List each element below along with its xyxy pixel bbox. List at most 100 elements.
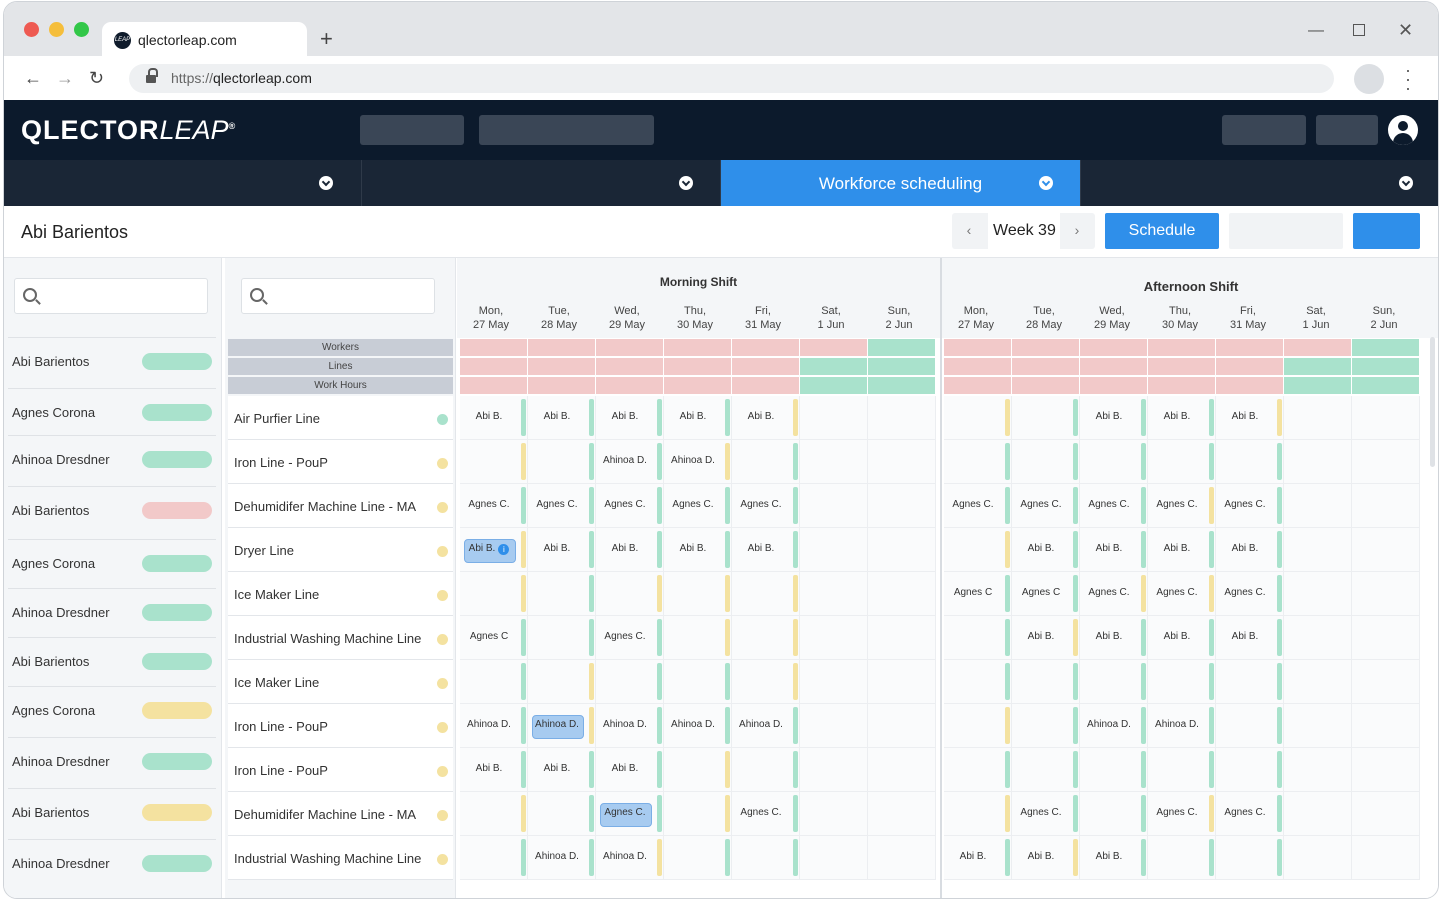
schedule-cell[interactable] — [944, 528, 1012, 572]
schedule-cell[interactable] — [800, 616, 868, 660]
line-row[interactable]: Dryer Line — [228, 528, 453, 572]
schedule-cell[interactable] — [1080, 660, 1148, 704]
schedule-cell[interactable]: Agnes C. — [1216, 792, 1284, 836]
schedule-cell[interactable] — [1012, 396, 1080, 440]
schedule-cell[interactable] — [1352, 836, 1420, 880]
user-icon[interactable] — [1388, 115, 1418, 145]
schedule-cell[interactable] — [800, 836, 868, 880]
schedule-cell[interactable] — [868, 484, 936, 528]
schedule-cell[interactable] — [944, 660, 1012, 704]
schedule-cell[interactable] — [460, 836, 528, 880]
schedule-cell[interactable] — [460, 440, 528, 484]
schedule-cell[interactable]: Ahinoa D. — [528, 704, 596, 748]
schedule-cell[interactable] — [944, 792, 1012, 836]
schedule-cell[interactable]: Abi B. — [944, 836, 1012, 880]
schedule-cell[interactable]: Agnes C. — [732, 792, 800, 836]
schedule-cell[interactable]: Agnes C. — [944, 484, 1012, 528]
schedule-cell[interactable] — [1216, 660, 1284, 704]
schedule-cell[interactable]: Ahinoa D. — [596, 836, 664, 880]
schedule-cell[interactable]: Abi B. — [1216, 396, 1284, 440]
schedule-cell[interactable]: Agnes C. — [1216, 484, 1284, 528]
toolbar-primary-button[interactable] — [1353, 213, 1420, 249]
schedule-cell[interactable] — [528, 792, 596, 836]
schedule-cell[interactable] — [868, 836, 936, 880]
schedule-cell[interactable] — [1012, 660, 1080, 704]
schedule-cell[interactable] — [732, 836, 800, 880]
schedule-cell[interactable]: Abi B. — [1080, 396, 1148, 440]
schedule-cell[interactable] — [868, 528, 936, 572]
schedule-cell[interactable]: Agnes C — [1012, 572, 1080, 616]
schedule-cell[interactable] — [868, 748, 936, 792]
schedule-cell[interactable]: Ahinoa D. — [596, 704, 664, 748]
schedule-cell[interactable]: Ahinoa D. — [596, 440, 664, 484]
schedule-cell[interactable]: Ahinoa D. — [1080, 704, 1148, 748]
schedule-cell[interactable]: Abi B. — [1080, 616, 1148, 660]
nav-tab[interactable] — [4, 160, 362, 206]
schedule-cell[interactable] — [1284, 616, 1352, 660]
line-row[interactable]: Ice Maker Line — [228, 660, 453, 704]
schedule-cell[interactable] — [1284, 704, 1352, 748]
schedule-cell[interactable] — [868, 660, 936, 704]
schedule-cell[interactable]: Abi B. — [596, 748, 664, 792]
line-row[interactable]: Iron Line - PouP — [228, 704, 453, 748]
schedule-cell[interactable] — [868, 440, 936, 484]
schedule-cell[interactable]: Agnes C. — [1080, 484, 1148, 528]
schedule-cell[interactable] — [944, 748, 1012, 792]
new-tab-icon[interactable]: + — [320, 28, 333, 50]
schedule-cell[interactable]: Agnes C. — [1080, 572, 1148, 616]
header-action-placeholder[interactable] — [1222, 115, 1306, 145]
back-arrow-icon[interactable]: ← — [24, 68, 42, 89]
close-icon[interactable]: ✕ — [1398, 20, 1413, 41]
browser-tab[interactable]: LEAP qlectorleap.com — [102, 22, 307, 56]
schedule-cell[interactable] — [944, 616, 1012, 660]
worker-row[interactable]: Abi Barientos — [8, 788, 216, 839]
schedule-cell[interactable] — [1216, 704, 1284, 748]
schedule-cell[interactable] — [1148, 660, 1216, 704]
schedule-cell[interactable]: Abi B. — [664, 396, 732, 440]
schedule-cell[interactable] — [800, 704, 868, 748]
line-row[interactable]: Dehumidifer Machine Line - MA — [228, 792, 453, 836]
schedule-cell[interactable] — [868, 616, 936, 660]
scrollbar[interactable] — [1430, 337, 1435, 467]
schedule-cell[interactable] — [732, 572, 800, 616]
schedule-cell[interactable] — [1148, 836, 1216, 880]
schedule-cell[interactable]: Abi B. — [1012, 528, 1080, 572]
schedule-cell[interactable]: Abi B. — [1012, 836, 1080, 880]
schedule-cell[interactable] — [596, 660, 664, 704]
schedule-cell[interactable] — [1352, 528, 1420, 572]
schedule-cell[interactable]: Agnes C. — [1216, 572, 1284, 616]
schedule-cell[interactable]: Agnes C. — [1148, 572, 1216, 616]
schedule-cell[interactable]: Agnes C. — [596, 484, 664, 528]
prev-week-icon[interactable]: ‹ — [952, 222, 986, 238]
schedule-cell[interactable] — [1284, 792, 1352, 836]
worker-row[interactable]: Ahinoa Dresdner — [8, 588, 216, 637]
schedule-cell[interactable] — [1352, 660, 1420, 704]
info-icon[interactable]: i — [498, 544, 510, 555]
schedule-cell[interactable] — [1080, 748, 1148, 792]
minimize-icon[interactable]: — — [1308, 22, 1324, 40]
schedule-cell[interactable]: Abi B. — [1148, 616, 1216, 660]
schedule-cell[interactable] — [1284, 572, 1352, 616]
schedule-cell[interactable] — [800, 748, 868, 792]
worker-row[interactable]: Agnes Corona — [8, 686, 216, 737]
schedule-cell[interactable]: Agnes C. — [596, 616, 664, 660]
schedule-cell[interactable] — [1012, 748, 1080, 792]
schedule-cell[interactable] — [800, 572, 868, 616]
schedule-cell[interactable]: Abi B. — [528, 528, 596, 572]
schedule-cell[interactable]: Ahinoa D. — [1148, 704, 1216, 748]
line-row[interactable]: Ice Maker Line — [228, 572, 453, 616]
schedule-cell[interactable] — [460, 572, 528, 616]
schedule-cell[interactable] — [528, 572, 596, 616]
schedule-cell[interactable] — [944, 396, 1012, 440]
schedule-cell[interactable] — [1284, 484, 1352, 528]
nav-tab[interactable] — [362, 160, 721, 206]
line-row[interactable]: Iron Line - PouP — [228, 748, 453, 792]
schedule-cell[interactable]: Agnes C — [944, 572, 1012, 616]
forward-arrow-icon[interactable]: → — [56, 68, 74, 89]
schedule-cell[interactable]: Agnes C. — [596, 792, 664, 836]
line-row[interactable]: Industrial Washing Machine Line — [228, 616, 453, 660]
schedule-cell[interactable] — [944, 440, 1012, 484]
schedule-cell[interactable] — [800, 484, 868, 528]
schedule-cell[interactable] — [800, 528, 868, 572]
schedule-cell[interactable] — [868, 792, 936, 836]
